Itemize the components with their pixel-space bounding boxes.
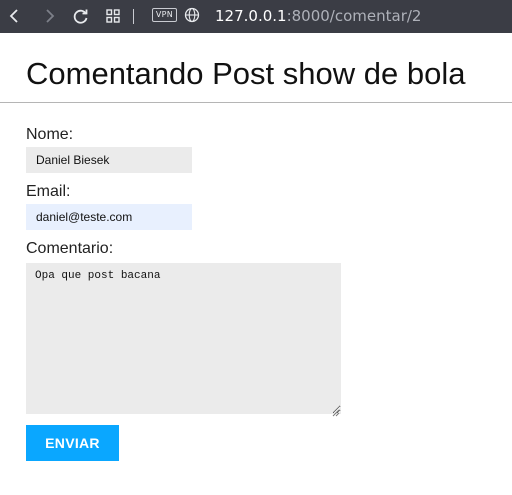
url-host: 127.0.0.1 (215, 7, 287, 25)
nome-input[interactable] (26, 147, 192, 173)
tabs-grid-icon[interactable] (102, 5, 124, 27)
back-icon[interactable] (4, 5, 26, 27)
comentario-label: Comentario: (26, 240, 114, 257)
globe-icon[interactable] (184, 7, 200, 23)
email-input[interactable] (26, 204, 192, 230)
reload-icon[interactable] (70, 5, 92, 27)
enviar-button[interactable]: ENVIAR (26, 425, 119, 461)
page-title: Comentando Post show de bola (26, 56, 466, 91)
email-label: Email: (26, 183, 71, 200)
nome-label: Nome: (26, 126, 74, 143)
address-bar[interactable]: 127.0.0.1:8000/comentar/2 (215, 7, 421, 26)
title-divider (0, 102, 512, 103)
vpn-badge[interactable]: VPN (152, 8, 177, 22)
comentario-textarea[interactable]: Opa que post bacana (26, 263, 341, 414)
browser-toolbar: VPN 127.0.0.1:8000/comentar/2 (0, 0, 512, 33)
forward-icon[interactable] (38, 5, 60, 27)
url-path: :8000/comentar/2 (286, 7, 422, 25)
toolbar-divider (133, 9, 134, 24)
